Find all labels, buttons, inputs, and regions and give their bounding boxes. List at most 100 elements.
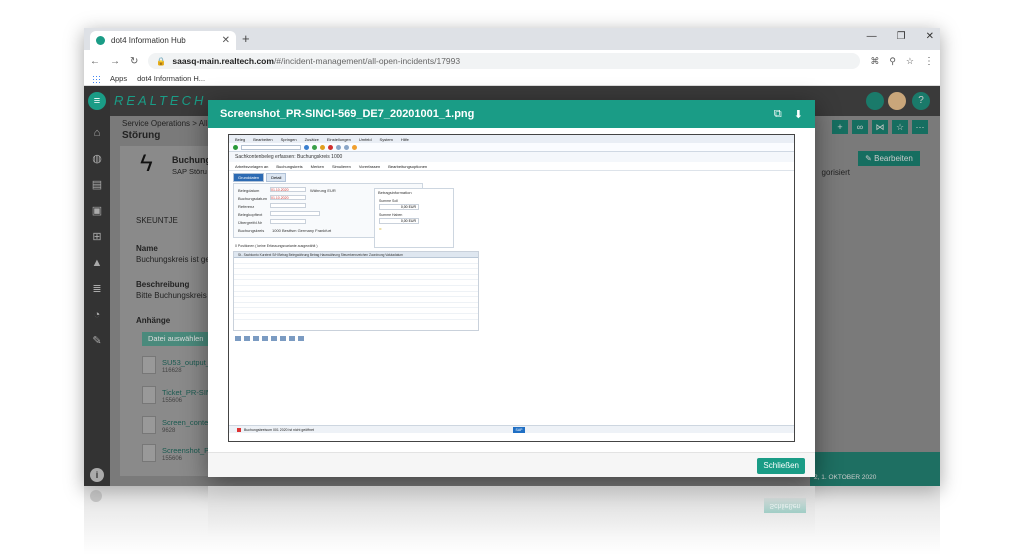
favorite-icon[interactable]: ☆	[892, 120, 908, 134]
sap-menu-item: Springen	[280, 136, 297, 142]
sap-currency-row: Währung EUR	[310, 188, 336, 193]
sap-tab: Grunddaten	[233, 173, 265, 182]
sap-grid-row	[234, 314, 478, 320]
close-button[interactable]: Schließen	[757, 458, 805, 474]
hamburger-icon[interactable]: ≡	[88, 92, 106, 110]
modal-reflection	[208, 486, 815, 536]
sap-form-row: Belegdatum 01.10.2020	[238, 187, 306, 193]
info-icon[interactable]: i	[90, 468, 104, 482]
attachment-size: 155606	[162, 398, 183, 404]
attachment-item[interactable]: Screenshot_P 155606	[142, 444, 212, 466]
sap-grid-tool-icon	[298, 335, 304, 341]
attachment-item[interactable]: SU53_output_ 116628	[142, 356, 212, 378]
sidebar: ≡ ⌂ ◍ ▤ ▣ ⊞ ▲ ≣ ◔ ✎ i	[84, 86, 110, 486]
sap-tabs: Grunddaten Detail	[233, 173, 287, 182]
new-tab-icon[interactable]: +	[242, 31, 250, 46]
description-value: Bitte Buchungskreis	[136, 291, 207, 300]
lock-icon: 🔒	[156, 56, 167, 66]
sap-grid-toolbar	[233, 333, 479, 343]
back-icon[interactable]: ←	[90, 56, 100, 67]
attachment-item[interactable]: Ticket_PR-SIN 155606	[142, 386, 212, 408]
sap-action: Bearbeitungsoptionen	[388, 163, 428, 169]
sap-logo: SAP	[513, 427, 525, 433]
edit-button[interactable]: ✎ Bearbeiten	[858, 151, 920, 166]
app-logo: REALTECH	[114, 93, 207, 108]
forward-icon[interactable]: →	[110, 56, 120, 67]
restore-icon[interactable]: ❐	[897, 31, 906, 42]
close-window-icon[interactable]: ✕	[926, 31, 934, 42]
zoom-icon[interactable]: ⚲	[889, 56, 896, 67]
bookmark-apps[interactable]: Apps	[110, 74, 127, 83]
share-icon[interactable]: ⋈	[872, 120, 888, 134]
file-icon	[142, 416, 156, 434]
address-bar[interactable]: 🔒 saasq-main.realtech.com/#/incident-man…	[148, 53, 861, 69]
sap-back-icon	[312, 144, 317, 150]
breadcrumb[interactable]: Service Operations > All	[122, 119, 208, 128]
sap-cancel-icon	[328, 144, 333, 150]
attachment-item[interactable]: Screen_conte 9628	[142, 416, 212, 438]
modal-footer: Schließen	[208, 452, 815, 477]
card-title: Buchung	[172, 155, 211, 165]
screenshot-image: Beleg Bearbeiten Springen Zusätze Einste…	[228, 134, 795, 442]
browser-tab[interactable]: dot4 Information Hub ✕	[90, 31, 236, 50]
sap-print-icon	[336, 144, 341, 150]
modal-title: Screenshot_PR-SINCI-569_DE7_20201001_1.p…	[220, 108, 475, 120]
bookmark-dot4[interactable]: dot4 Information H...	[137, 74, 205, 83]
ticket-icon[interactable]: ▣	[90, 204, 104, 218]
star-icon[interactable]: ☆	[906, 56, 914, 67]
external-link-icon[interactable]: ⧉	[774, 108, 782, 121]
link-icon[interactable]: ∞	[852, 120, 868, 134]
hierarchy-icon[interactable]: ⊞	[90, 230, 104, 244]
url-host: saasq-main.realtech.com	[172, 56, 274, 66]
info-icon-reflection	[90, 490, 102, 502]
attachment-size: 155606	[162, 456, 183, 462]
more-icon[interactable]: ⋯	[912, 120, 928, 134]
sap-find-icon	[344, 144, 349, 150]
footer-date: 2, 1. OKTOBER 2020	[814, 474, 877, 481]
page-title: Störung	[122, 130, 161, 141]
notification-bell-icon[interactable]	[866, 92, 884, 110]
graduation-icon[interactable]: ▲	[90, 256, 104, 270]
sap-grid-caption: 0 Positionen ( keine Erfassungsvariante …	[235, 244, 318, 248]
globe-icon[interactable]: ◍	[90, 152, 104, 166]
sap-menu-item: Hilfe	[400, 136, 409, 142]
help-icon[interactable]: ?	[912, 92, 930, 110]
minimize-icon[interactable]: —	[867, 31, 877, 42]
tab-close-icon[interactable]: ✕	[222, 35, 230, 46]
action-toolbar: + ∞ ⋈ ☆ ⋯	[832, 120, 928, 134]
reload-icon[interactable]: ↻	[130, 56, 138, 67]
avatar[interactable]	[888, 92, 906, 110]
status-text: gorisiert	[821, 168, 850, 177]
add-icon[interactable]: +	[832, 120, 848, 134]
sap-exit-icon	[320, 144, 325, 150]
name-label: Name	[136, 244, 158, 253]
translate-icon[interactable]: ⌘	[870, 56, 879, 67]
field-code: SKEUNTJE	[136, 216, 178, 225]
sap-form-row: Buchungsdatum 01.10.2020	[238, 195, 306, 201]
sap-form-row: Buchungskreis 1000 Bestfsm Germany Frankf…	[238, 228, 332, 233]
apps-grid-icon[interactable]	[92, 74, 100, 83]
sap-grid-tool-icon	[271, 335, 277, 341]
sap-form-row: Belegkopftext	[238, 211, 320, 217]
sap-work-area: Grunddaten Detail Belegdatum 01.10.2020 B…	[229, 171, 794, 433]
file-icon	[142, 386, 156, 404]
sap-glasses-icon: ∞	[379, 227, 382, 231]
document-icon[interactable]: ▤	[90, 178, 104, 192]
menu-icon[interactable]: ⋮	[924, 56, 934, 67]
sap-ok-icon	[233, 144, 238, 150]
sap-action: Vorerfassen	[358, 163, 381, 169]
file-icon	[142, 444, 156, 462]
database-icon[interactable]: ≣	[90, 282, 104, 296]
sap-grid-tool-icon	[244, 335, 250, 341]
sap-toolbar	[229, 143, 794, 152]
wrench-icon[interactable]: ✎	[90, 334, 104, 348]
home-icon[interactable]: ⌂	[90, 126, 104, 140]
download-icon[interactable]: ⬇	[794, 108, 803, 121]
choose-file-button[interactable]: Datei auswählen	[142, 332, 208, 346]
sap-tab: Detail	[266, 173, 287, 182]
sap-soll-label: Summe Soll	[379, 199, 398, 203]
sap-header-form: Belegdatum 01.10.2020 Buchungsdatum 01.10.…	[233, 183, 454, 248]
sap-application-toolbar: Arbeitsvorlagen an Buchungskreis Merken …	[229, 162, 794, 171]
chart-icon[interactable]: ◔	[90, 308, 104, 322]
tab-bar: dot4 Information Hub ✕ + — ❐ ✕	[84, 28, 940, 50]
